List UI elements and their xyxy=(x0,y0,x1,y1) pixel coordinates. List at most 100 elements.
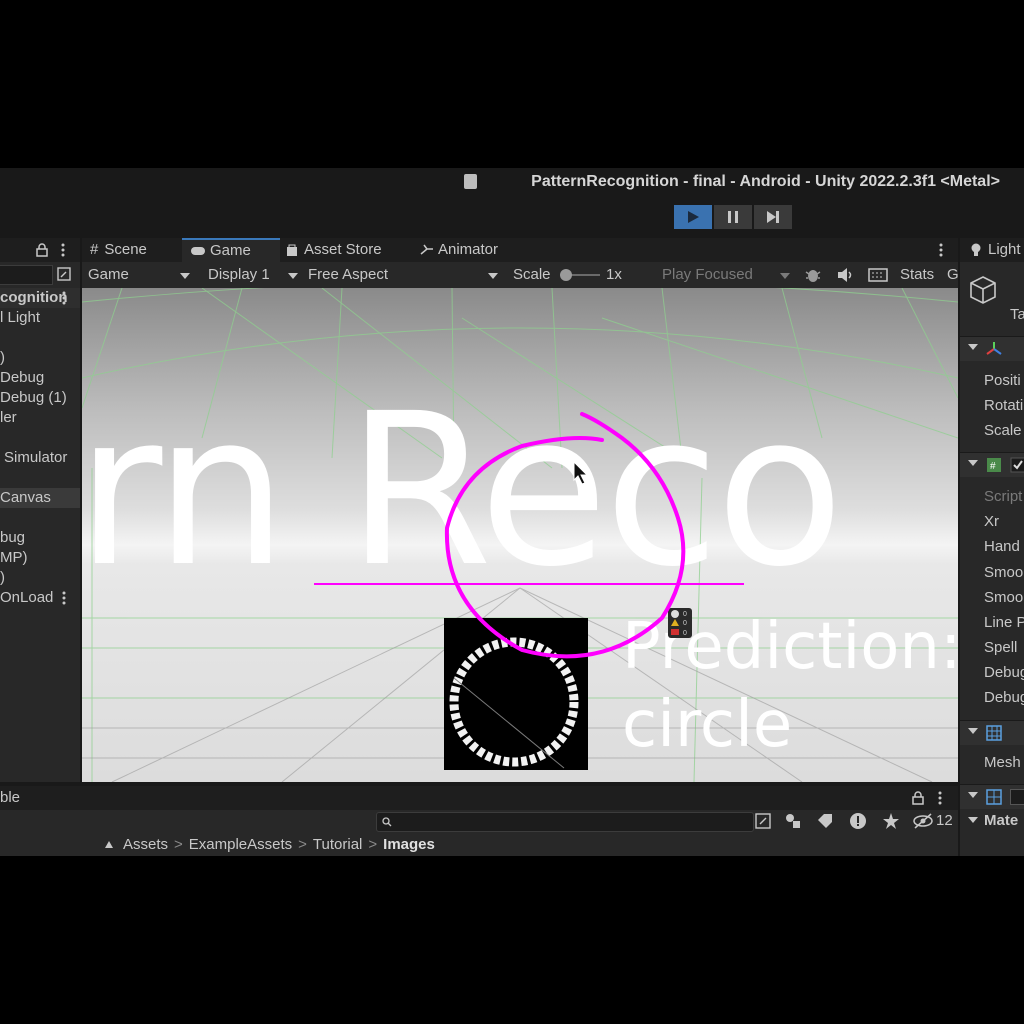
chevron-down-icon xyxy=(968,817,978,823)
keyboard-icon[interactable] xyxy=(868,268,888,282)
display-label: Display 1 xyxy=(208,266,270,283)
hierarchy-item[interactable]: Debug (1) xyxy=(0,388,67,408)
smooth-field-label: Smoo xyxy=(984,589,1024,606)
smooth-field-label: Smoo xyxy=(984,564,1024,581)
gameobject-cube-icon xyxy=(970,276,996,304)
tab-asset-store[interactable]: Asset Store xyxy=(286,238,382,262)
rotation-label: Rotati xyxy=(984,397,1024,414)
more-icon[interactable] xyxy=(938,243,944,257)
more-icon[interactable] xyxy=(60,243,66,257)
script-field-label: Script xyxy=(984,488,1023,505)
inspector-tab-label[interactable]: Light xyxy=(988,241,1021,258)
search-icon xyxy=(382,817,392,827)
tag-label: Ta xyxy=(1010,306,1024,323)
hierarchy-item[interactable]: MP) xyxy=(0,548,28,568)
mesh-renderer-header[interactable] xyxy=(960,784,1024,809)
lock-icon[interactable] xyxy=(36,243,48,257)
mouse-cursor-icon xyxy=(573,460,589,485)
script-component-header[interactable]: # xyxy=(960,452,1024,477)
game-mode-label: Game xyxy=(88,266,129,283)
breadcrumb-images[interactable]: Images xyxy=(383,836,435,853)
tag-icon[interactable] xyxy=(816,812,834,830)
scale-slider-thumb[interactable] xyxy=(560,269,572,281)
chevron-down-icon xyxy=(968,344,978,350)
play-controls xyxy=(674,205,792,229)
breadcrumb-tutorial[interactable]: Tutorial xyxy=(313,836,362,853)
mesh-filter-header[interactable] xyxy=(960,720,1024,745)
animator-icon xyxy=(420,244,433,255)
game-view[interactable]: rn Reco Prediction: circle 0 0 0 xyxy=(82,288,958,782)
chevron-down-icon xyxy=(968,792,978,798)
chevron-down-icon xyxy=(180,273,190,279)
hierarchy-dontdestroy[interactable]: OnLoad xyxy=(0,588,53,608)
pause-button[interactable] xyxy=(714,205,752,229)
console-tab-label[interactable]: ble xyxy=(0,789,20,806)
display-dropdown[interactable]: Display 1 xyxy=(208,266,300,283)
spell-field-label: Spell xyxy=(984,639,1018,656)
warning-circle-icon[interactable] xyxy=(848,811,868,831)
play-focused-label: Play Focused xyxy=(662,266,753,283)
scale-label: Scale xyxy=(984,422,1022,439)
chevron-right-icon: > xyxy=(368,836,378,853)
tab-asset-store-label: Asset Store xyxy=(304,241,382,258)
hierarchy-scene-root[interactable]: cognition xyxy=(0,288,80,308)
breadcrumb-assets[interactable]: Assets xyxy=(123,836,168,853)
play-focused-dropdown[interactable]: Play Focused xyxy=(662,266,792,283)
triangle-up-icon xyxy=(105,841,113,848)
project-panel: ble 12 Assets > ExampleAssets > Tutorial > Ima… xyxy=(0,786,958,856)
bug-icon[interactable] xyxy=(804,266,822,284)
tab-scene[interactable]: # Scene xyxy=(90,238,182,262)
hierarchy-panel: cognition l Light ) Debug Debug (1) ler … xyxy=(0,238,80,782)
enabled-checkbox[interactable] xyxy=(1010,789,1024,805)
hierarchy-item[interactable]: Simulator xyxy=(4,448,67,468)
position-label: Positi xyxy=(984,372,1021,389)
aspect-dropdown[interactable]: Free Aspect xyxy=(308,266,500,283)
more-icon[interactable] xyxy=(61,591,67,605)
game-mode-dropdown[interactable]: Game xyxy=(88,266,192,283)
more-icon[interactable] xyxy=(61,291,67,305)
hierarchy-item[interactable]: bug xyxy=(0,528,25,548)
xr-field-label: Xr xyxy=(984,513,999,530)
title-bar: PatternRecognition - final - Android - U… xyxy=(0,168,1024,196)
chevron-down-icon xyxy=(968,728,978,734)
tab-animator[interactable]: Animator xyxy=(420,238,498,262)
more-icon[interactable] xyxy=(937,791,943,805)
bag-icon xyxy=(287,244,297,257)
pause-icon xyxy=(728,211,738,223)
chevron-down-icon xyxy=(780,273,790,279)
materials-label: Mate xyxy=(984,812,1019,829)
svg-text:#: # xyxy=(990,461,996,472)
game-view-toolbar: Game Display 1 Free Aspect Scale 1x Play… xyxy=(82,262,959,288)
hierarchy-tabbar xyxy=(0,238,80,262)
eye-slash-icon[interactable] xyxy=(912,812,934,830)
search-window-icon[interactable] xyxy=(56,266,72,282)
chevron-down-icon xyxy=(968,460,978,466)
search-window-icon[interactable] xyxy=(754,812,772,830)
hash-icon: # xyxy=(90,241,99,258)
gizmos-button[interactable]: G xyxy=(947,266,959,283)
transform-header[interactable] xyxy=(960,336,1024,361)
unity-editor: PatternRecognition - final - Android - U… xyxy=(0,168,1024,856)
step-button[interactable] xyxy=(754,205,792,229)
mesh-icon xyxy=(986,725,1002,741)
hierarchy-item-selected[interactable]: Canvas xyxy=(0,488,80,508)
hierarchy-item[interactable]: Debug xyxy=(0,368,44,388)
lock-icon[interactable] xyxy=(912,791,924,805)
materials-row[interactable]: Mate xyxy=(960,810,1024,834)
hierarchy-search-input[interactable] xyxy=(0,265,53,285)
hierarchy-item[interactable]: l Light xyxy=(0,308,40,328)
project-search-input[interactable] xyxy=(376,812,754,832)
breadcrumb-exampleassets[interactable]: ExampleAssets xyxy=(189,836,292,853)
hierarchy-item[interactable]: ) xyxy=(0,348,5,368)
filter-type-icon[interactable] xyxy=(784,812,802,830)
stats-button[interactable]: Stats xyxy=(900,266,934,283)
debug-field-label: Debug xyxy=(984,664,1024,681)
tab-game[interactable]: Game xyxy=(182,238,280,262)
play-button[interactable] xyxy=(674,205,712,229)
hierarchy-item[interactable]: ) xyxy=(0,568,5,588)
play-icon xyxy=(688,211,699,223)
enabled-checkbox[interactable] xyxy=(1010,457,1024,473)
hierarchy-item[interactable]: ler xyxy=(0,408,17,428)
speaker-icon[interactable] xyxy=(836,267,854,283)
star-icon[interactable] xyxy=(882,812,900,830)
